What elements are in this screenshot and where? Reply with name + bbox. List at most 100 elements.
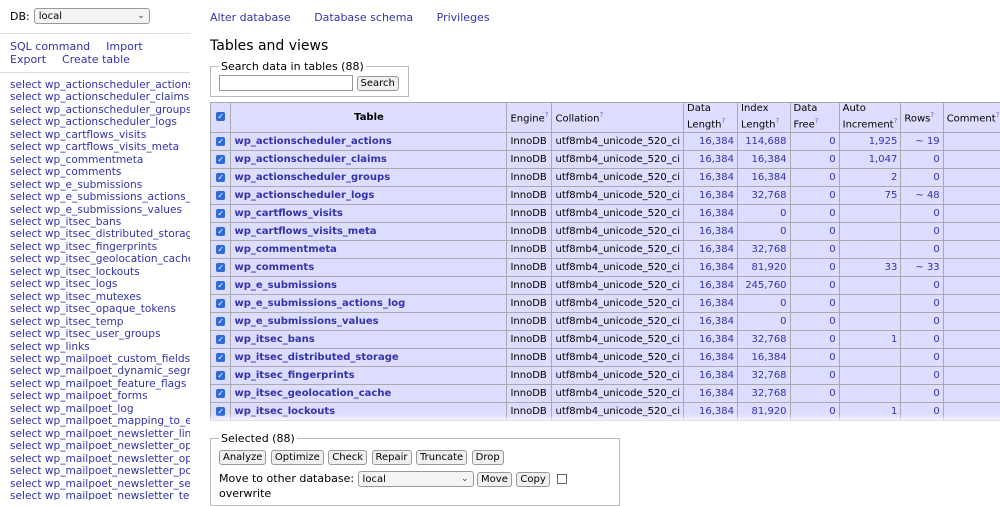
cell-rows[interactable]: 0 <box>901 241 943 259</box>
help-icon[interactable]: ? <box>722 117 726 125</box>
cell-data-length[interactable]: 16,384 <box>684 367 738 385</box>
cell-data-free[interactable]: 0 <box>790 151 839 169</box>
table-name-link[interactable]: wp_actionscheduler_claims <box>234 154 386 165</box>
cell-data-length[interactable]: 16,384 <box>684 205 738 223</box>
help-icon[interactable]: ? <box>996 111 1000 119</box>
import-link[interactable]: Import <box>106 40 143 53</box>
create-table-link[interactable]: Create table <box>62 53 130 66</box>
sidebar-table-link[interactable]: select wp_cartflows_visits_meta <box>10 141 180 153</box>
row-checkbox[interactable]: ✓ <box>216 299 225 308</box>
table-name-link[interactable]: wp_itsec_geolocation_cache <box>234 388 391 399</box>
cell-data-length[interactable]: 16,384 <box>684 385 738 403</box>
cell-data-length[interactable]: 16,384 <box>684 331 738 349</box>
table-name-link[interactable]: wp_e_submissions <box>234 280 337 291</box>
cell-index-length[interactable]: 32,768 <box>738 385 791 403</box>
cell-data-free[interactable]: 0 <box>790 133 839 151</box>
select-all-checkbox[interactable]: ✓ <box>216 112 225 121</box>
optimize-button[interactable]: Optimize <box>271 450 324 465</box>
cell-data-length[interactable]: 16,384 <box>684 259 738 277</box>
cell-rows[interactable]: 0 <box>901 169 943 187</box>
row-checkbox[interactable]: ✓ <box>216 173 225 182</box>
cell-auto-increment[interactable] <box>839 295 901 313</box>
export-link[interactable]: Export <box>10 53 46 66</box>
repair-button[interactable]: Repair <box>372 450 412 465</box>
cell-data-length[interactable]: 16,384 <box>684 241 738 259</box>
cell-rows[interactable]: ~ 48 <box>901 187 943 205</box>
sidebar-table-link[interactable]: select wp_mailpoet_newsletter_option <box>10 440 180 452</box>
cell-auto-increment[interactable] <box>839 223 901 241</box>
sidebar-table-link[interactable]: select wp_itsec_lockouts <box>10 266 180 278</box>
sidebar-table-link[interactable]: select wp_links <box>10 341 180 353</box>
move-button[interactable]: Move <box>477 472 512 487</box>
cell-data-free[interactable]: 0 <box>790 331 839 349</box>
row-checkbox[interactable]: ✓ <box>216 137 225 146</box>
cell-data-length[interactable]: 16,384 <box>684 349 738 367</box>
cell-data-length[interactable]: 16,384 <box>684 151 738 169</box>
row-checkbox[interactable]: ✓ <box>216 281 225 290</box>
table-name-link[interactable]: wp_itsec_bans <box>234 334 314 345</box>
db-select[interactable]: local ⌄ <box>34 8 150 24</box>
cell-index-length[interactable]: 32,768 <box>738 367 791 385</box>
sidebar-table-link[interactable]: select wp_e_submissions_actions_log <box>10 191 180 203</box>
cell-index-length[interactable]: 0 <box>738 223 791 241</box>
cell-index-length[interactable]: 0 <box>738 295 791 313</box>
row-checkbox[interactable]: ✓ <box>216 371 225 380</box>
cell-index-length[interactable]: 32,768 <box>738 241 791 259</box>
cell-rows[interactable]: 0 <box>901 313 943 331</box>
table-name-link[interactable]: wp_cartflows_visits_meta <box>234 226 376 237</box>
sidebar-table-link[interactable]: select wp_cartflows_visits <box>10 129 180 141</box>
sidebar-table-link[interactable]: select wp_mailpoet_newsletter_segment <box>10 478 180 490</box>
table-name-link[interactable]: wp_cartflows_visits <box>234 208 342 219</box>
sidebar-table-link[interactable]: select wp_mailpoet_newsletter_posts <box>10 465 180 477</box>
table-name-link[interactable]: wp_e_submissions_actions_log <box>234 298 405 309</box>
cell-data-length[interactable]: 16,384 <box>684 223 738 241</box>
cell-data-length[interactable]: 16,384 <box>684 277 738 295</box>
cell-data-length[interactable]: 16,384 <box>684 169 738 187</box>
sidebar-table-link[interactable]: select wp_itsec_fingerprints <box>10 241 180 253</box>
help-icon[interactable]: ? <box>599 111 603 119</box>
sidebar-table-link[interactable]: select wp_mailpoet_feature_flags <box>10 378 180 390</box>
cell-data-free[interactable]: 0 <box>790 385 839 403</box>
sidebar-table-link[interactable]: select wp_mailpoet_mapping_to_external_e… <box>10 415 180 427</box>
cell-data-free[interactable]: 0 <box>790 313 839 331</box>
cell-index-length[interactable]: 245,760 <box>738 277 791 295</box>
table-name-link[interactable]: wp_commentmeta <box>234 244 336 255</box>
analyze-button[interactable]: Analyze <box>219 450 266 465</box>
overwrite-checkbox[interactable] <box>557 474 567 484</box>
row-checkbox[interactable]: ✓ <box>216 263 225 272</box>
cell-auto-increment[interactable] <box>839 241 901 259</box>
cell-auto-increment[interactable] <box>839 313 901 331</box>
row-checkbox[interactable]: ✓ <box>216 227 225 236</box>
cell-auto-increment[interactable] <box>839 349 901 367</box>
cell-auto-increment[interactable]: 1,925 <box>839 133 901 151</box>
row-checkbox[interactable]: ✓ <box>216 191 225 200</box>
cell-data-free[interactable]: 0 <box>790 349 839 367</box>
sidebar-table-link[interactable]: select wp_comments <box>10 166 180 178</box>
sidebar-table-link[interactable]: select wp_actionscheduler_logs <box>10 116 180 128</box>
cell-rows[interactable]: ~ 33 <box>901 259 943 277</box>
cell-data-free[interactable]: 0 <box>790 295 839 313</box>
row-checkbox[interactable]: ✓ <box>216 245 225 254</box>
row-checkbox[interactable]: ✓ <box>216 209 225 218</box>
cell-auto-increment[interactable]: 33 <box>839 259 901 277</box>
cell-data-free[interactable]: 0 <box>790 223 839 241</box>
cell-index-length[interactable]: 16,384 <box>738 349 791 367</box>
sidebar-table-link[interactable]: select wp_actionscheduler_groups <box>10 104 180 116</box>
help-icon[interactable]: ? <box>930 111 934 119</box>
search-input[interactable] <box>219 75 353 91</box>
help-icon[interactable]: ? <box>776 117 780 125</box>
truncate-button[interactable]: Truncate <box>416 450 467 465</box>
sidebar-table-link[interactable]: select wp_mailpoet_newsletter_templates <box>10 490 180 500</box>
sidebar-table-link[interactable]: select wp_e_submissions_values <box>10 204 180 216</box>
row-checkbox[interactable]: ✓ <box>216 155 225 164</box>
sidebar-table-link[interactable]: select wp_e_submissions <box>10 179 180 191</box>
sidebar-table-link[interactable]: select wp_itsec_logs <box>10 278 180 290</box>
cell-data-free[interactable]: 0 <box>790 169 839 187</box>
cell-data-length[interactable]: 16,384 <box>684 313 738 331</box>
row-checkbox[interactable]: ✓ <box>216 335 225 344</box>
cell-data-free[interactable]: 0 <box>790 259 839 277</box>
table-name-link[interactable]: wp_actionscheduler_actions <box>234 136 391 147</box>
cell-rows[interactable]: 0 <box>901 223 943 241</box>
cell-auto-increment[interactable] <box>839 277 901 295</box>
sidebar-table-link[interactable]: select wp_commentmeta <box>10 154 180 166</box>
